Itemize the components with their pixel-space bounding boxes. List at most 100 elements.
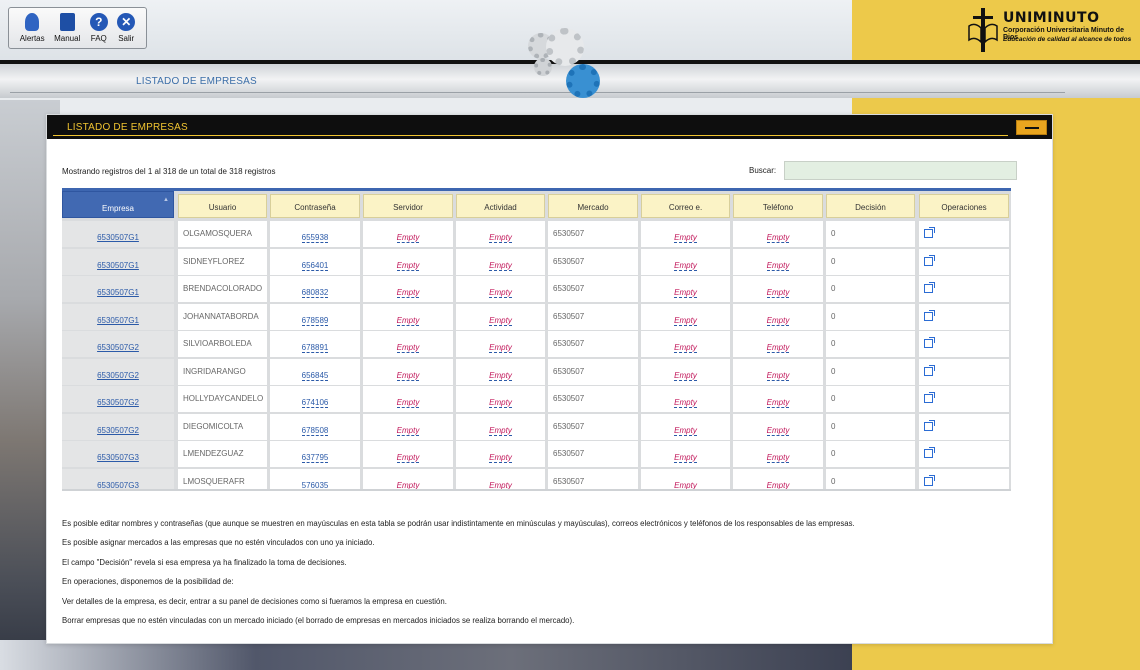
email-field[interactable]: Empty <box>674 343 697 353</box>
manual-button[interactable]: Manual <box>54 13 80 43</box>
company-link[interactable]: 6530507G1 <box>97 261 139 270</box>
market-cell: 6530507 <box>553 284 585 293</box>
email-field[interactable]: Empty <box>674 233 697 243</box>
username-cell: INGRIDARANGO <box>183 366 246 376</box>
company-link[interactable]: 6530507G1 <box>97 233 139 242</box>
logout-button[interactable]: ✕ Salir <box>117 13 136 43</box>
password-link[interactable]: 678589 <box>301 316 329 326</box>
phone-field[interactable]: Empty <box>766 453 790 463</box>
phone-field[interactable]: Empty <box>766 261 790 271</box>
email-field[interactable]: Empty <box>674 426 697 436</box>
password-link[interactable]: 637795 <box>301 453 329 463</box>
email-field[interactable]: Empty <box>674 288 697 298</box>
phone-field[interactable]: Empty <box>766 398 790 408</box>
table-cell: 6530507 <box>548 441 638 467</box>
external-link-icon[interactable] <box>924 282 935 293</box>
activity-field[interactable]: Empty <box>489 343 512 353</box>
external-link-icon[interactable] <box>924 337 935 348</box>
password-link[interactable]: 656401 <box>301 261 329 271</box>
password-link[interactable]: 656845 <box>301 371 329 381</box>
company-link[interactable]: 6530507G1 <box>97 288 139 297</box>
column-header[interactable]: Usuario <box>178 194 267 218</box>
company-link[interactable]: 6530507G2 <box>97 426 139 435</box>
table-cell: OLGAMOSQUERA <box>178 221 267 247</box>
phone-field[interactable]: Empty <box>766 426 790 436</box>
external-link-icon[interactable] <box>924 254 935 266</box>
decision-cell: 0 <box>831 256 836 266</box>
server-field[interactable]: Empty <box>396 233 420 243</box>
company-link[interactable]: 6530507G3 <box>97 453 139 462</box>
column-header[interactable]: Servidor <box>363 194 453 218</box>
column-header[interactable]: Correo e. <box>641 194 730 218</box>
company-link[interactable]: 6530507G2 <box>97 371 139 380</box>
top-toolbar: Alertas Manual ? FAQ ✕ Salir <box>8 7 147 49</box>
faq-button[interactable]: ? FAQ <box>89 13 108 43</box>
column-header[interactable]: Decisión <box>826 194 915 218</box>
external-link-icon[interactable] <box>924 474 935 486</box>
table-cell: INGRIDARANGO <box>178 358 267 385</box>
column-header[interactable]: Teléfono <box>733 194 823 218</box>
background-photo-bottom <box>0 640 852 670</box>
table-cell: Empty <box>456 331 545 357</box>
column-header[interactable]: Actividad <box>456 194 545 218</box>
email-field[interactable]: Empty <box>674 453 697 463</box>
activity-field[interactable]: Empty <box>489 426 512 436</box>
email-field[interactable]: Empty <box>674 261 697 271</box>
activity-field[interactable]: Empty <box>489 261 512 271</box>
phone-field[interactable]: Empty <box>766 316 790 326</box>
server-field[interactable]: Empty <box>396 426 420 436</box>
external-link-icon[interactable] <box>924 227 935 238</box>
collapse-button[interactable] <box>1016 120 1047 135</box>
activity-field[interactable]: Empty <box>489 316 512 326</box>
phone-field[interactable]: Empty <box>766 343 790 353</box>
activity-field[interactable]: Empty <box>489 453 512 463</box>
email-field[interactable]: Empty <box>674 398 697 408</box>
server-field[interactable]: Empty <box>396 453 420 463</box>
server-field[interactable]: Empty <box>396 398 420 408</box>
external-link-icon[interactable] <box>924 447 935 458</box>
external-link-icon[interactable] <box>924 309 935 321</box>
alerts-button[interactable]: Alertas <box>20 13 45 43</box>
email-field[interactable]: Empty <box>674 371 697 381</box>
search-input[interactable] <box>784 161 1017 180</box>
server-field[interactable]: Empty <box>396 343 420 353</box>
table-cell: Empty <box>733 441 823 467</box>
decision-cell: 0 <box>831 366 836 376</box>
table-row: 6530507G3 LMENDEZGUAZ 637795 Empty Empty 6530… <box>62 441 1011 469</box>
phone-field[interactable]: Empty <box>766 288 790 298</box>
close-icon: ✕ <box>117 13 136 31</box>
phone-field[interactable]: Empty <box>766 371 790 381</box>
activity-field[interactable]: Empty <box>489 288 512 298</box>
column-header[interactable]: Mercado <box>548 194 638 218</box>
server-field[interactable]: Empty <box>396 371 420 381</box>
activity-field[interactable]: Empty <box>489 398 512 408</box>
server-field[interactable]: Empty <box>396 261 420 271</box>
column-header[interactable]: Operaciones <box>919 194 1009 218</box>
external-link-icon[interactable] <box>924 419 935 431</box>
activity-field[interactable]: Empty <box>489 233 512 243</box>
server-field[interactable]: Empty <box>396 316 420 326</box>
table-cell: Empty <box>733 386 823 412</box>
external-link-icon[interactable] <box>924 392 935 403</box>
market-cell: 6530507 <box>553 339 585 348</box>
password-link[interactable]: 674106 <box>301 398 329 408</box>
company-link[interactable]: 6530507G2 <box>97 343 139 352</box>
company-link[interactable]: 6530507G2 <box>97 398 139 407</box>
activity-field[interactable]: Empty <box>489 371 512 381</box>
table-cell: 0 <box>826 468 915 491</box>
password-link[interactable]: 678891 <box>301 343 329 353</box>
username-cell: DIEGOMICOLTA <box>183 421 244 431</box>
column-header[interactable]: Contraseña <box>270 194 360 218</box>
email-field[interactable]: Empty <box>674 316 697 326</box>
password-link[interactable]: 655938 <box>301 233 329 243</box>
column-header[interactable]: Empresa ▲ <box>62 191 174 218</box>
table-cell: Empty <box>456 441 545 467</box>
server-field[interactable]: Empty <box>396 288 420 298</box>
company-link[interactable]: 6530507G1 <box>97 316 139 325</box>
password-link[interactable]: 680832 <box>301 288 329 298</box>
password-link[interactable]: 678508 <box>301 426 329 436</box>
table-scrollbar[interactable] <box>62 489 1011 491</box>
table-cell: Empty <box>641 358 730 385</box>
phone-field[interactable]: Empty <box>766 233 790 243</box>
external-link-icon[interactable] <box>924 364 935 376</box>
